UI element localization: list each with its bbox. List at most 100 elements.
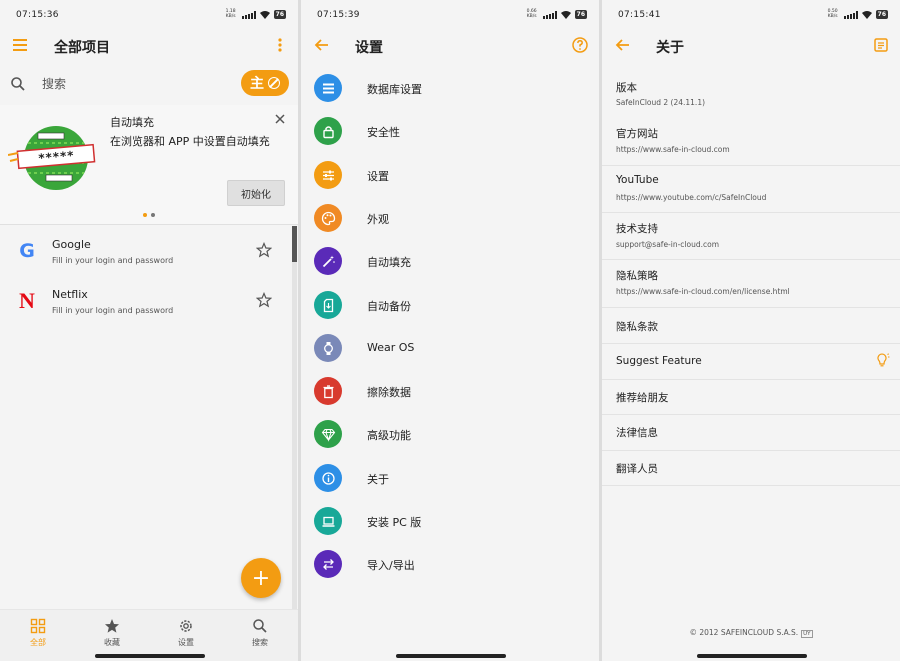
wifi-icon xyxy=(259,11,270,19)
palette-icon xyxy=(314,204,342,232)
settings-item-autobackup[interactable]: 自动备份 xyxy=(301,290,599,333)
about-item-title: 隐私策略 xyxy=(616,270,658,282)
filter-toggle-button[interactable]: 主 xyxy=(241,70,289,96)
about-item-recommend[interactable]: 推荐给朋友 xyxy=(602,380,900,415)
sd-card-icon xyxy=(314,291,342,319)
nav-favorites[interactable]: 收藏 xyxy=(82,618,142,648)
wifi-icon xyxy=(861,11,872,19)
settings-item-label: 安装 PC 版 xyxy=(367,516,422,529)
settings-item-label: 高级功能 xyxy=(367,429,411,442)
about-item-title: 翻译人员 xyxy=(616,463,658,475)
about-item-legal[interactable]: 法律信息 xyxy=(602,415,900,451)
settings-item-about[interactable]: 关于 xyxy=(301,463,599,506)
nav-all[interactable]: 全部 xyxy=(8,618,68,648)
app-bar: 全部项目 xyxy=(0,32,298,60)
about-item-title: YouTube xyxy=(616,174,659,186)
about-item-title: 法律信息 xyxy=(616,427,658,439)
nav-search-label: 搜索 xyxy=(252,638,268,647)
settings-item-label: 安全性 xyxy=(367,126,400,139)
search-bar: 搜索 主 xyxy=(0,70,298,98)
settings-item-import-export[interactable]: 导入/导出 xyxy=(301,549,599,592)
notes-icon[interactable] xyxy=(872,36,890,54)
star-outline-icon[interactable] xyxy=(256,242,272,258)
page-title: 全部项目 xyxy=(54,40,110,56)
settings-item-label: Wear OS xyxy=(367,341,415,354)
entry-name: Google xyxy=(52,238,91,251)
google-logo-icon: G xyxy=(19,240,35,262)
settings-item-appearance[interactable]: 外观 xyxy=(301,203,599,246)
about-item-privacy-terms[interactable]: 隐私条款 xyxy=(602,308,900,344)
scrollbar[interactable] xyxy=(292,226,297,616)
settings-item-label: 擦除数据 xyxy=(367,386,411,399)
about-item-subtitle: https://www.youtube.com/c/SafeInCloud xyxy=(616,193,767,202)
signal-icon xyxy=(843,10,858,19)
entry-subtitle: Fill in your login and password xyxy=(52,256,174,265)
autofill-illustration: ***** xyxy=(8,126,96,190)
about-item-website[interactable]: 官方网站 https://www.safe-in-cloud.com xyxy=(602,118,900,166)
entry-name: Netflix xyxy=(52,288,88,301)
star-icon xyxy=(105,619,119,633)
home-indicator xyxy=(95,654,205,658)
settings-item-label: 设置 xyxy=(367,170,389,183)
settings-item-premium[interactable]: 高级功能 xyxy=(301,419,599,462)
about-item-title: 推荐给朋友 xyxy=(616,392,669,404)
nav-settings[interactable]: 设置 xyxy=(156,618,216,648)
list-item-google[interactable]: G Google Fill in your login and password xyxy=(0,228,290,276)
initialize-button[interactable]: 初始化 xyxy=(227,180,285,206)
about-item-youtube[interactable]: YouTube https://www.youtube.com/c/SafeIn… xyxy=(602,166,900,213)
menu-icon[interactable] xyxy=(12,36,30,54)
list-item-netflix[interactable]: N Netflix Fill in your login and passwor… xyxy=(0,278,290,326)
settings-item-settings[interactable]: 设置 xyxy=(301,160,599,203)
settings-item-label: 数据库设置 xyxy=(367,83,422,96)
nav-search[interactable]: 搜索 xyxy=(230,618,290,648)
info-icon xyxy=(314,464,342,492)
copyright: © 2012 SAFEINCLOUD S.A.S. UY xyxy=(602,628,900,638)
settings-item-wearos[interactable]: Wear OS xyxy=(301,333,599,376)
help-icon[interactable] xyxy=(571,36,589,54)
about-screen: 07:15:41 0.50 KB/s 76 关于 版本 SafeInCloud … xyxy=(602,0,900,661)
trash-icon xyxy=(314,377,342,405)
settings-item-database[interactable]: 数据库设置 xyxy=(301,73,599,116)
more-vert-icon[interactable] xyxy=(270,36,288,54)
about-item-suggest-feature[interactable]: Suggest Feature xyxy=(602,344,900,380)
copyright-text: © 2012 SAFEINCLOUD S.A.S. xyxy=(689,628,799,637)
settings-item-autofill[interactable]: 自动填充 xyxy=(301,246,599,289)
about-item-title: 官方网站 xyxy=(616,128,658,140)
battery-icon: 76 xyxy=(875,10,888,19)
back-arrow-icon[interactable] xyxy=(313,36,331,54)
about-item-support[interactable]: 技术支持 support@safe-in-cloud.com xyxy=(602,213,900,260)
swap-icon xyxy=(314,550,342,578)
search-icon xyxy=(253,619,267,633)
country-badge: UY xyxy=(801,630,813,638)
settings-item-security[interactable]: 安全性 xyxy=(301,116,599,159)
status-icons: 1.18 KB/s 76 xyxy=(224,9,286,19)
settings-item-label: 导入/导出 xyxy=(367,559,415,572)
close-icon[interactable] xyxy=(274,113,286,125)
settings-item-install-pc[interactable]: 安装 PC 版 xyxy=(301,506,599,549)
battery-icon: 76 xyxy=(574,10,587,19)
home-indicator xyxy=(396,654,506,658)
back-arrow-icon[interactable] xyxy=(614,36,632,54)
laptop-icon xyxy=(314,507,342,535)
filter-label: 主 xyxy=(250,76,264,92)
about-item-title: 隐私条款 xyxy=(616,321,658,333)
settings-item-label: 自动填充 xyxy=(367,256,411,269)
network-speed: 1.18 KB/s xyxy=(225,9,236,19)
add-item-button[interactable]: + xyxy=(241,558,281,598)
about-item-subtitle: https://www.safe-in-cloud.com/en/license… xyxy=(616,287,790,296)
about-item-privacy-policy[interactable]: 隐私策略 https://www.safe-in-cloud.com/en/li… xyxy=(602,260,900,308)
signal-icon xyxy=(542,10,557,19)
battery-icon: 76 xyxy=(273,10,286,19)
status-icons: 0.66 KB/s 76 xyxy=(525,9,587,19)
gear-icon xyxy=(180,620,192,632)
about-item-subtitle: support@safe-in-cloud.com xyxy=(616,240,720,249)
about-item-translators[interactable]: 翻译人员 xyxy=(602,451,900,486)
status-time: 07:15:39 xyxy=(317,10,360,20)
about-item-title: 技术支持 xyxy=(616,223,658,235)
scrollbar-thumb[interactable] xyxy=(292,226,297,262)
star-outline-icon[interactable] xyxy=(256,292,272,308)
settings-item-erase[interactable]: 擦除数据 xyxy=(301,376,599,419)
about-item-version[interactable]: 版本 SafeInCloud 2 (24.11.1) xyxy=(602,70,900,118)
page-indicator xyxy=(143,213,155,217)
search-input[interactable]: 搜索 xyxy=(42,75,66,92)
